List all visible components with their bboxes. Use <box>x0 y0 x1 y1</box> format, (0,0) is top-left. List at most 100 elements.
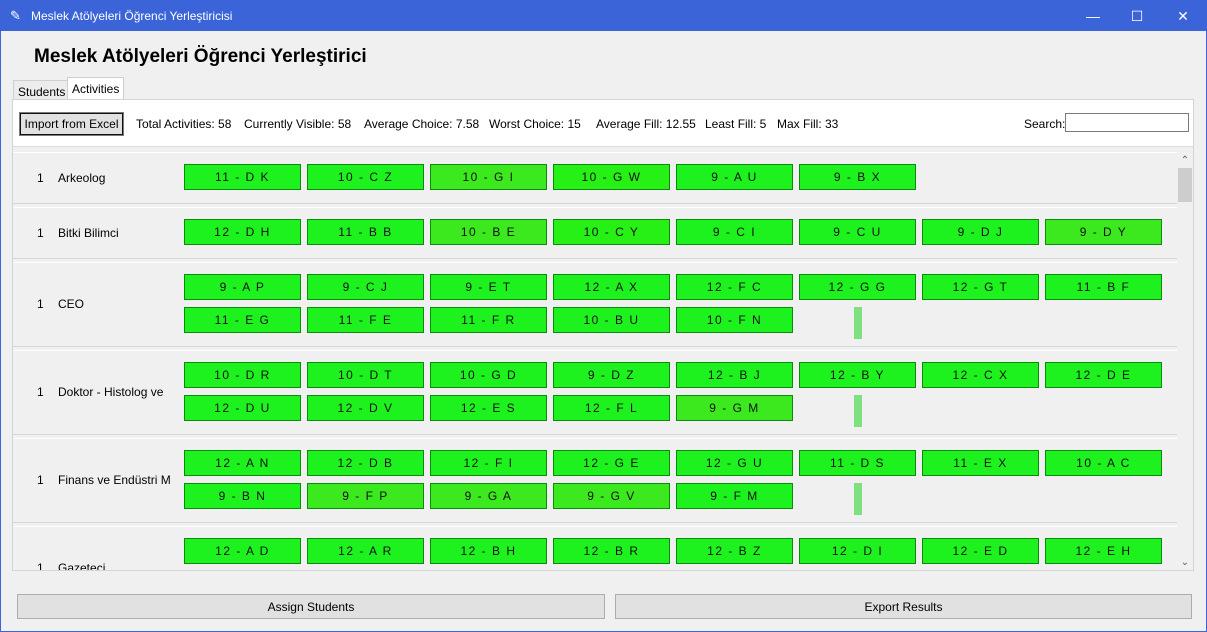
maximize-button[interactable]: ☐ <box>1114 1 1160 31</box>
activity-name: Arkeolog <box>58 171 106 185</box>
student-slot[interactable]: 10 - F N <box>676 307 793 333</box>
activity-row: 1 Finans ve Endüstri M 12 - A N 12 - D B 12 … <box>13 438 1177 523</box>
activity-count: 1 <box>37 473 44 487</box>
student-slot[interactable]: 10 - G D <box>430 362 547 388</box>
toolbar: Import from Excel Total Activities: 58 C… <box>13 100 1193 147</box>
student-slot[interactable]: 12 - D B <box>307 450 424 476</box>
student-slot[interactable]: 10 - B U <box>553 307 670 333</box>
stat-max-fill: Max Fill: 33 <box>777 117 839 131</box>
activity-name: Bitki Bilimci <box>58 226 119 240</box>
student-slot[interactable]: 9 - C J <box>307 274 424 300</box>
student-slot[interactable]: 9 - G A <box>430 483 547 509</box>
student-slot[interactable]: 12 - D I <box>799 538 916 564</box>
student-slot[interactable]: 12 - D H <box>184 219 301 245</box>
student-slot[interactable]: 12 - A R <box>307 538 424 564</box>
student-slot[interactable]: 12 - C X <box>922 362 1039 388</box>
student-slot[interactable]: 12 - A X <box>553 274 670 300</box>
stat-total-activities: Total Activities: 58 <box>136 117 232 131</box>
scrollbar-thumb[interactable] <box>1178 168 1192 202</box>
title-bar: ✎ Meslek Atölyeleri Öğrenci Yerleştirici… <box>1 1 1206 31</box>
student-slot[interactable]: 12 - D U <box>184 395 301 421</box>
student-slot[interactable]: 12 - B Y <box>799 362 916 388</box>
drop-marker <box>854 483 862 515</box>
activity-row: 1 CEO 9 - A P9 - C J9 - E T 12 - A X 12 - F … <box>13 262 1177 347</box>
student-slot[interactable]: 12 - B H <box>430 538 547 564</box>
student-slot[interactable]: 9 - D Z <box>553 362 670 388</box>
stat-least-fill: Least Fill: 5 <box>705 117 767 131</box>
student-slot[interactable]: 11 - D K <box>184 164 301 190</box>
student-slot[interactable]: 10 - A C <box>1045 450 1162 476</box>
student-slot[interactable]: 9 - D J <box>922 219 1039 245</box>
student-slot[interactable]: 9 - G V <box>553 483 670 509</box>
student-slot[interactable]: 12 - G E <box>553 450 670 476</box>
close-button[interactable]: ✕ <box>1160 1 1206 31</box>
student-slot[interactable]: 9 - C U <box>799 219 916 245</box>
student-slot[interactable]: 12 - E S <box>430 395 547 421</box>
student-slot[interactable]: 10 - C Y <box>553 219 670 245</box>
student-slot[interactable]: 9 - F M <box>676 483 793 509</box>
student-slot[interactable]: 12 - B J <box>676 362 793 388</box>
student-slot[interactable]: 11 - B F <box>1045 274 1162 300</box>
student-slot[interactable]: 12 - G G <box>799 274 916 300</box>
student-slot[interactable]: 9 - A U <box>676 164 793 190</box>
student-slot[interactable]: 11 - D S <box>799 450 916 476</box>
student-slot[interactable]: 12 - D V <box>307 395 424 421</box>
scroll-up-icon[interactable]: ⌃ <box>1177 152 1193 168</box>
student-slot[interactable]: 9 - D Y <box>1045 219 1162 245</box>
student-slot[interactable]: 12 - F I <box>430 450 547 476</box>
student-slot[interactable]: 9 - F P <box>307 483 424 509</box>
student-slot[interactable]: 12 - E H <box>1045 538 1162 564</box>
student-slot[interactable]: 12 - E D <box>922 538 1039 564</box>
drop-marker <box>854 307 862 339</box>
export-results-button[interactable]: Export Results <box>615 594 1192 619</box>
student-slot[interactable]: 12 - F L <box>553 395 670 421</box>
student-slot[interactable]: 12 - F C <box>676 274 793 300</box>
student-slot[interactable]: 12 - G U <box>676 450 793 476</box>
window-title: Meslek Atölyeleri Öğrenci Yerleştiricisi <box>31 9 233 23</box>
student-slot[interactable]: 11 - E X <box>922 450 1039 476</box>
student-slot[interactable]: 9 - C I <box>676 219 793 245</box>
activity-name: Doktor - Histolog ve <box>58 385 164 399</box>
student-slot[interactable]: 12 - B R <box>553 538 670 564</box>
tab-activities[interactable]: Activities <box>67 77 125 100</box>
student-slot[interactable]: 9 - E T <box>430 274 547 300</box>
search-label: Search: <box>1024 117 1066 131</box>
student-slot[interactable]: 12 - G T <box>922 274 1039 300</box>
student-slot[interactable]: 10 - C Z <box>307 164 424 190</box>
student-slot[interactable]: 11 - B B <box>307 219 424 245</box>
tab-students[interactable]: Students <box>13 80 71 100</box>
scroll-down-icon[interactable]: ⌄ <box>1177 554 1193 570</box>
student-slot[interactable]: 9 - B N <box>184 483 301 509</box>
activity-row: 1 Arkeolog 11 - D K 10 - C Z 10 - G I 10 - G … <box>13 152 1177 204</box>
activity-count: 1 <box>37 297 44 311</box>
student-slot[interactable]: 9 - G M <box>676 395 793 421</box>
student-slot[interactable]: 12 - D E <box>1045 362 1162 388</box>
drop-marker <box>854 395 862 427</box>
student-slot[interactable]: 10 - D R <box>184 362 301 388</box>
student-slot[interactable]: 9 - A P <box>184 274 301 300</box>
activity-count: 1 <box>37 226 44 240</box>
student-slot[interactable]: 10 - B E <box>430 219 547 245</box>
activity-count: 1 <box>37 385 44 399</box>
student-slot[interactable]: 11 - F R <box>430 307 547 333</box>
activities-panel: Import from Excel Total Activities: 58 C… <box>12 99 1194 571</box>
student-slot[interactable]: 11 - F E <box>307 307 424 333</box>
activity-count: 1 <box>37 561 44 570</box>
feather-icon: ✎ <box>10 8 21 23</box>
student-slot[interactable]: 10 - G I <box>430 164 547 190</box>
search-input[interactable] <box>1065 113 1189 132</box>
student-slot[interactable]: 10 - D T <box>307 362 424 388</box>
minimize-button[interactable]: — <box>1070 1 1116 31</box>
app-window: ✎ Meslek Atölyeleri Öğrenci Yerleştirici… <box>0 0 1207 632</box>
student-slot[interactable]: 11 - E G <box>184 307 301 333</box>
student-slot[interactable]: 10 - G W <box>553 164 670 190</box>
student-slot[interactable]: 12 - A D <box>184 538 301 564</box>
student-slot[interactable]: 9 - B X <box>799 164 916 190</box>
import-excel-button[interactable]: Import from Excel <box>19 112 124 136</box>
assign-students-button[interactable]: Assign Students <box>17 594 605 619</box>
student-slot[interactable]: 12 - B Z <box>676 538 793 564</box>
activity-row: 1 Doktor - Histolog ve 10 - D R 10 - D T 10 … <box>13 350 1177 435</box>
vertical-scrollbar[interactable]: ⌃ ⌄ <box>1177 152 1193 570</box>
activity-name: Gazeteci <box>58 561 106 570</box>
student-slot[interactable]: 12 - A N <box>184 450 301 476</box>
